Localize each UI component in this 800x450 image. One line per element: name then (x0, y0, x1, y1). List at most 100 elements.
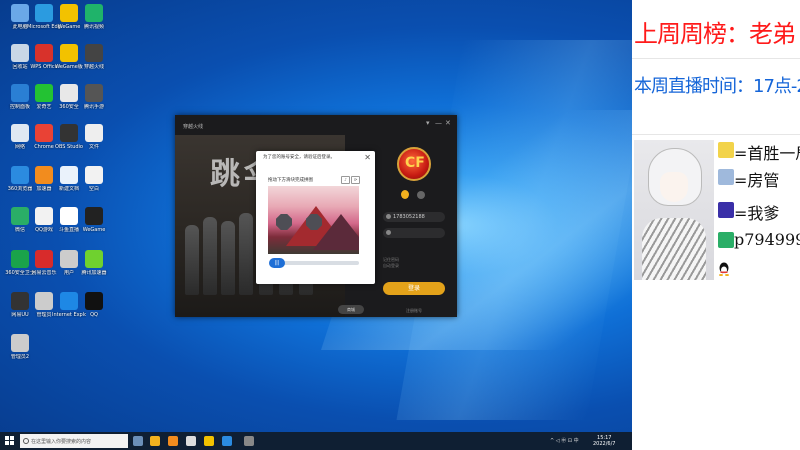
desktop-icon-label: 管理员2 (10, 354, 30, 360)
login-panel: CF 1783052188 记住密码 自动登录 登录 注册账号 (375, 135, 457, 317)
lock-icon (386, 230, 391, 235)
app-icon (35, 4, 53, 22)
desktop-icon[interactable]: 空白 (77, 166, 111, 206)
user-icon (386, 214, 391, 219)
avatar-face (660, 172, 688, 202)
app-icon (60, 124, 78, 142)
login-button[interactable]: 登录 (383, 282, 445, 295)
system-tray[interactable]: ^ ◁ ㊥ ⊡ 中 (550, 437, 579, 444)
app-icon (35, 166, 53, 184)
app-icon (85, 124, 103, 142)
avatar-body (642, 218, 706, 280)
wechat-login-icon[interactable] (417, 191, 425, 199)
app-icon (60, 44, 78, 62)
cf-taskbar-icon[interactable] (244, 436, 254, 446)
moderator-badge-icon (718, 169, 734, 185)
desktop-icon-label: WeGame (82, 227, 106, 233)
app-icon (85, 207, 103, 225)
minimize-icon[interactable]: — (435, 119, 442, 127)
app-icon (60, 4, 78, 22)
soldier-figure (185, 225, 199, 295)
app-icon (60, 250, 78, 268)
stream-schedule: 本周直播时间：17点-22点 (634, 76, 800, 97)
dropdown-icon[interactable]: ▾ (426, 119, 430, 127)
desktop-icon[interactable]: 腾讯手游 (77, 84, 111, 124)
clock-date: 2022/6/7 (593, 441, 616, 447)
qq-login-icon[interactable] (401, 190, 409, 199)
close-icon[interactable]: ✕ (445, 119, 451, 127)
desktop: 此电脑 Microsoft Edge WeGame 腾讯视频 回收站 WPS Office… (0, 0, 632, 432)
desktop-icon-label: 穿越火线 (83, 64, 104, 70)
captcha-close-icon[interactable]: ✕ (364, 153, 371, 162)
captcha-puzzle-image (268, 186, 359, 254)
app-icon (85, 250, 103, 268)
app-icon (85, 292, 103, 310)
taskbar: 在这里输入你要搜索的内容 ^ ◁ ㊥ ⊡ 中 15:17 2022/6/7 (0, 432, 632, 450)
streamer-avatar (634, 140, 714, 280)
taskbar-clock[interactable]: 15:17 2022/6/7 (593, 435, 615, 447)
captcha-audio-icon[interactable]: ♪ (341, 176, 350, 184)
divider (632, 134, 800, 135)
obs-taskbar-icon[interactable] (186, 436, 196, 446)
task-view-taskbar-icon[interactable] (133, 436, 143, 446)
windows-start-icon[interactable] (5, 436, 15, 446)
desktop-icon-label: 腾讯手游 (83, 104, 104, 110)
taskbar-search-box[interactable]: 在这里输入你要搜索的内容 (20, 434, 128, 448)
rank-text: =首胜一局 (734, 144, 800, 163)
rank-text: =我爹 (734, 204, 780, 223)
captcha-instruction: 拖动下方滑块完成拼图 (268, 178, 313, 183)
shop-button[interactable]: 商城 (338, 305, 364, 314)
app-icon (35, 250, 53, 268)
captcha-slider-track[interactable]: ||| (269, 258, 359, 268)
browser-taskbar-icon[interactable] (168, 436, 178, 446)
wegame-taskbar-icon[interactable] (204, 436, 214, 446)
app-icon (85, 4, 103, 22)
window-titlebar[interactable]: 穿越火线 ▾ — ✕ (175, 115, 457, 133)
soldier-figure (203, 217, 217, 295)
app-icon (35, 84, 53, 102)
register-link[interactable]: 注册账号 (383, 308, 445, 314)
app-icon (35, 44, 53, 62)
desktop-icon[interactable]: 穿越火线 (77, 44, 111, 84)
app-icon (85, 44, 103, 62)
login-options: 记住密码 自动登录 (383, 257, 399, 269)
qq-penguin-icon (719, 262, 729, 276)
account-input[interactable]: 1783052188 (383, 212, 445, 222)
auto-login-checkbox[interactable]: 自动登录 (383, 263, 399, 269)
app-icon (85, 84, 103, 102)
captcha-refresh-icon[interactable]: ⟳ (351, 176, 360, 184)
file-explorer-taskbar-icon[interactable] (150, 436, 160, 446)
divider (632, 58, 800, 59)
wechat-id: p794999 (734, 230, 800, 249)
rank-text: =房管 (734, 171, 780, 190)
soldier-figure (239, 213, 253, 295)
captcha-message: 为了您的账号安全，请验证后登录。 (263, 155, 335, 160)
stream-overlay-panel: 上周周榜：老弟 本周直播时间：17点-22点 =首胜一局 =房管 =我爹 p79… (632, 0, 800, 450)
app-icon (60, 166, 78, 184)
search-placeholder: 在这里输入你要搜索的内容 (31, 439, 92, 445)
app-icon (35, 124, 53, 142)
app-icon (60, 207, 78, 225)
account-value: 1783052188 (393, 214, 425, 220)
desktop-icon[interactable]: 文件 (77, 124, 111, 164)
app-icon (35, 292, 53, 310)
desktop-icon[interactable]: WeGame (77, 207, 111, 247)
desktop-icon[interactable]: QQ (77, 292, 111, 332)
desktop-icon-label: 空白 (88, 186, 99, 192)
password-input[interactable] (383, 228, 445, 238)
desktop-icon[interactable]: 腾讯视频 (77, 4, 111, 44)
desktop-icon-label: 腾讯视频 (83, 24, 104, 30)
app-icon (60, 292, 78, 310)
weekly-ranking-title: 上周周榜：老弟 (634, 20, 796, 48)
desktop-icon[interactable]: 管理员2 (3, 334, 37, 374)
captcha-slider-knob[interactable]: ||| (269, 258, 285, 268)
game-logo: 穿越火线 (183, 124, 204, 130)
desktop-icon-label: 腾讯加速器 (81, 270, 107, 276)
desktop-icon-label: QQ (90, 312, 98, 318)
app-icon (85, 166, 103, 184)
desktop-icon[interactable]: 腾讯加速器 (77, 250, 111, 290)
app-icon (35, 207, 53, 225)
tencent-taskbar-icon[interactable] (222, 436, 232, 446)
gold-badge-icon (718, 142, 734, 158)
app-icon (60, 84, 78, 102)
